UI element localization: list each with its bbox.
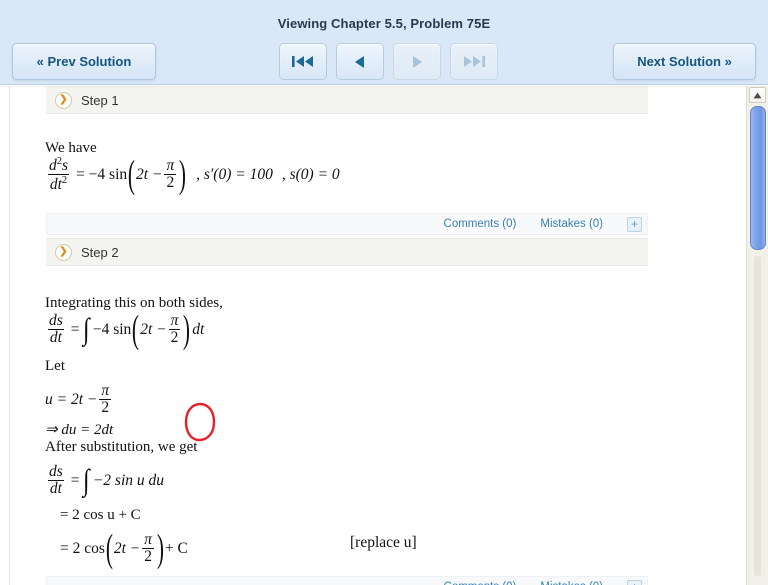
- step1-pi-denominator: 2: [164, 174, 177, 192]
- step2-let-text: Let: [45, 358, 65, 374]
- page-title: Viewing Chapter 5.5, Problem 75E: [277, 16, 491, 31]
- step2-meta-bar: Comments (0) Mistakes (0) +: [46, 576, 648, 585]
- caret-up-icon: [753, 92, 762, 98]
- solution-viewer-page: Viewing Chapter 5.5, Problem 75E « Prev …: [0, 0, 768, 585]
- step2-result2-pi-numerator: π: [144, 531, 152, 548]
- step2-u-lhs: u = 2t −: [45, 390, 98, 408]
- left-paren-icon: (: [105, 526, 113, 570]
- left-paren-icon: (: [132, 307, 140, 351]
- step2-result2-suffix: + C: [164, 539, 188, 557]
- step2-substituted-equation: ds dt = ∫ −2 sin u du: [45, 463, 165, 498]
- right-paren-icon: ): [179, 152, 187, 196]
- skip-to-start-icon: [291, 55, 315, 68]
- content-left-divider: [9, 86, 10, 585]
- vertical-scrollbar[interactable]: [746, 86, 768, 585]
- step2-result-line-2: = 2 cos ( 2t − π 2 ) + C: [60, 526, 188, 570]
- integral-icon: ∫: [82, 463, 89, 498]
- chevron-right-icon: ❯: [55, 243, 72, 261]
- step1-comments-link[interactable]: Comments (0): [444, 218, 517, 230]
- step2-after-substitution-text: After substitution, we get: [45, 439, 198, 455]
- step1-lhs-denominator: dt2: [47, 174, 70, 194]
- left-paren-icon: (: [128, 152, 136, 196]
- step-header-2[interactable]: ❯ Step 2: [46, 238, 648, 266]
- solution-content-area: ❯ Step 1 We have d2s dt2 = −4 sin ( 2t −…: [0, 86, 746, 585]
- step1-pi-numerator: π: [166, 157, 175, 175]
- skip-to-end-icon: [462, 55, 486, 68]
- step2-comments-link[interactable]: Comments (0): [444, 581, 517, 585]
- step2-ds-denominator: dt: [47, 329, 64, 347]
- step-title-2: Step 2: [81, 244, 119, 260]
- step1-mistakes-link[interactable]: Mistakes (0): [540, 218, 603, 230]
- step2-pi-denominator: 2: [168, 329, 181, 347]
- scrollbar-track[interactable]: [754, 256, 761, 576]
- scrollbar-thumb[interactable]: [750, 106, 766, 250]
- scroll-up-button[interactable]: [749, 87, 766, 103]
- step2-integral-equation: ds dt = ∫ −4 sin ( 2t − π 2 ) dt: [45, 307, 205, 351]
- step-header-1[interactable]: ❯ Step 1: [46, 86, 648, 114]
- red-circle-annotation: [184, 402, 216, 442]
- step-title-1: Step 1: [81, 92, 119, 108]
- step2-ds2-denominator: dt: [47, 480, 64, 498]
- play-left-icon: [353, 55, 367, 69]
- first-step-button[interactable]: [279, 43, 327, 80]
- right-paren-icon: ): [183, 307, 191, 351]
- step1-condition-1: , s′(0) = 100: [196, 165, 273, 183]
- step2-differential: dt: [192, 320, 205, 338]
- step2-du-line: ⇒ du = 2dt: [45, 422, 114, 438]
- step2-result2-prefix: = 2 cos: [60, 539, 105, 557]
- step1-equation: d2s dt2 = −4 sin ( 2t − π 2 ) , s′(0) = …: [45, 152, 340, 196]
- step1-intro-text: We have: [45, 140, 97, 156]
- integral-icon: ∫: [82, 312, 89, 347]
- next-step-button[interactable]: [393, 43, 441, 80]
- step2-ds2-numerator: ds: [49, 463, 63, 480]
- step2-integrand: −4 sin: [92, 320, 132, 338]
- step2-result2-pi-denominator: 2: [142, 548, 154, 566]
- step2-u-pi-numerator: π: [101, 382, 110, 399]
- chevron-right-icon: ❯: [55, 91, 72, 109]
- equals-sign: =: [70, 471, 80, 489]
- step2-side-note: [replace u]: [350, 534, 417, 552]
- step1-add-icon[interactable]: +: [627, 216, 642, 232]
- prev-solution-button[interactable]: « Prev Solution: [12, 43, 156, 80]
- step2-add-icon[interactable]: +: [627, 579, 642, 585]
- side-note-text: [replace u]: [350, 534, 417, 551]
- next-solution-button[interactable]: Next Solution »: [613, 43, 756, 80]
- step2-pi-numerator: π: [170, 312, 179, 329]
- step2-integrand-2: −2 sin u du: [92, 471, 165, 489]
- step1-condition-2: , s(0) = 0: [281, 165, 340, 183]
- step2-mistakes-link[interactable]: Mistakes (0): [540, 581, 603, 585]
- step1-inner-left: 2t −: [136, 165, 163, 183]
- step2-inner-left: 2t −: [140, 320, 167, 338]
- right-paren-icon: ): [156, 526, 164, 570]
- step2-u-definition: u = 2t − π 2: [45, 382, 113, 417]
- step1-meta-bar: Comments (0) Mistakes (0) +: [46, 213, 648, 235]
- step2-result2-inner: 2t −: [113, 539, 141, 557]
- equals-sign: =: [70, 320, 80, 338]
- step1-rhs-coefficient: = −4 sin: [76, 165, 128, 183]
- step2-ds-numerator: ds: [49, 312, 63, 329]
- play-right-icon: [410, 55, 424, 69]
- previous-step-button[interactable]: [336, 43, 384, 80]
- step1-lhs-numerator: d2s: [49, 156, 69, 175]
- last-step-button[interactable]: [450, 43, 498, 80]
- step2-u-pi-denominator: 2: [99, 399, 112, 417]
- step-navigation-group: [279, 43, 498, 80]
- top-toolbar: Viewing Chapter 5.5, Problem 75E « Prev …: [0, 0, 768, 85]
- step2-result-line-1: = 2 cos u + C: [60, 507, 141, 523]
